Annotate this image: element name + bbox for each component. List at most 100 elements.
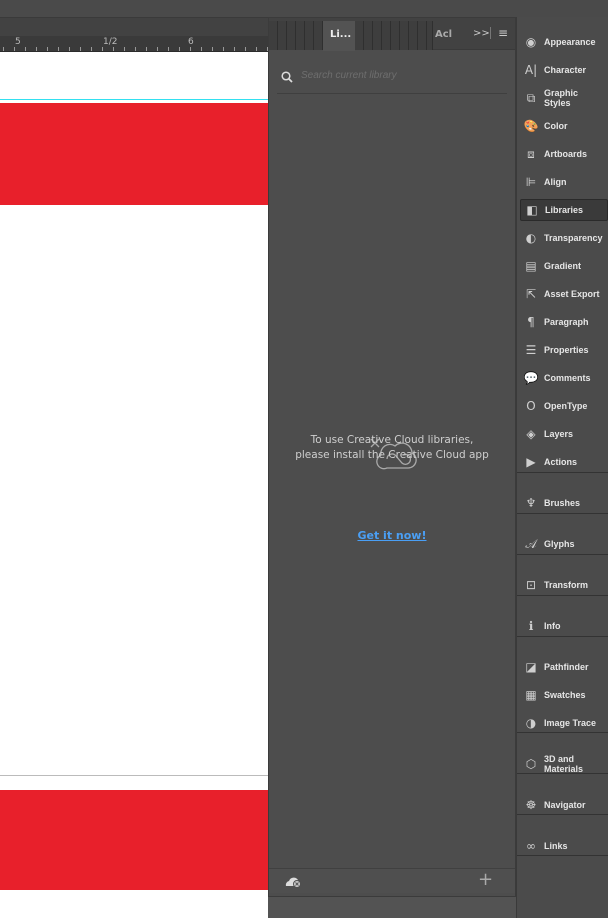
dock-item-navigator[interactable]: ☸ Navigator [520, 794, 608, 816]
dock-item-label: Align [544, 177, 567, 187]
overflow-tabs-button[interactable]: >> [473, 28, 490, 39]
message-line: please install the Creative Cloud app [295, 449, 489, 461]
dock-separator [517, 773, 608, 774]
red-band-bottom [0, 790, 268, 890]
dock-item-label: Links [544, 841, 568, 851]
ruler-tick [190, 47, 191, 51]
dock-separator [517, 513, 608, 514]
dock-item-label: Layers [544, 429, 574, 439]
ruler-tick [223, 47, 224, 51]
top-bar [0, 0, 608, 18]
transparency-icon: ◐ [525, 231, 537, 245]
ruler-tick [124, 47, 125, 51]
dock-item-align[interactable]: ⊫ Align [520, 171, 608, 193]
ruler-tick [157, 47, 158, 51]
ruler-tick [201, 47, 202, 51]
dock-item-color[interactable]: 🎨 Color [520, 115, 608, 137]
3d-cube-icon: ⬡ [525, 757, 537, 771]
asset-export-icon: ⇱ [525, 287, 537, 301]
tab-grip [269, 21, 323, 50]
horizontal-ruler[interactable]: 5 1/2 6 [0, 36, 268, 52]
dock-item-brushes[interactable]: ♆ Brushes [520, 492, 608, 514]
dock-separator [517, 636, 608, 637]
dock-item-links[interactable]: ∞ Links [520, 835, 608, 857]
dock-item-paragraph[interactable]: ¶ Paragraph [520, 311, 608, 333]
red-band-top [0, 103, 268, 205]
tab-libraries[interactable]: Li... [323, 21, 355, 51]
info-icon: ℹ [528, 619, 534, 633]
ruler-tick [113, 47, 114, 51]
dock-item-opentype[interactable]: O OpenType [520, 395, 608, 417]
glyphs-icon: 𝒜 [525, 536, 537, 551]
dock-item-label: Navigator [544, 800, 586, 810]
get-it-now-link[interactable]: Get it now! [269, 529, 515, 542]
dock-item-image-trace[interactable]: ◑ Image Trace [520, 712, 608, 734]
libraries-icon: ◧ [526, 203, 538, 217]
dock-item-character[interactable]: A| Character [520, 59, 608, 81]
links-icon: ∞ [526, 839, 536, 853]
artboard-canvas[interactable] [0, 52, 268, 918]
color-palette-icon: 🎨 [523, 119, 539, 133]
ruler-tick [102, 47, 103, 51]
dock-separator [517, 554, 608, 555]
dock-item-properties[interactable]: ☰ Properties [520, 339, 608, 361]
dock-separator [517, 595, 608, 596]
dock-item-gradient[interactable]: ▤ Gradient [520, 255, 608, 277]
ruler-tick [3, 47, 4, 51]
dock-item-label: Pathfinder [544, 662, 589, 672]
ruler-tick [36, 47, 37, 51]
dock-item-asset-export[interactable]: ⇱ Asset Export [520, 283, 608, 305]
ruler-tick [58, 47, 59, 51]
dock-item-glyphs[interactable]: 𝒜 Glyphs [520, 533, 608, 555]
ruler-tick [80, 47, 81, 51]
cloud-sync-off-icon[interactable] [285, 875, 303, 888]
dock-item-comments[interactable]: 💬 Comments [520, 367, 608, 389]
dock-item-label: Actions [544, 457, 578, 467]
properties-icon: ☰ [525, 343, 537, 357]
dock-item-label: Transparency [544, 233, 603, 243]
dock-item-label: Artboards [544, 149, 588, 159]
dock-item-label: Appearance [544, 37, 596, 47]
document-tab-row [0, 18, 268, 36]
dock-item-label: Character [544, 65, 587, 75]
swatches-icon: ▦ [525, 688, 537, 702]
dock-item-label: Transform [544, 580, 589, 590]
dock-item-3d-and-materials[interactable]: ⬡ 3D and Materials [520, 753, 608, 775]
graphic-styles-icon: ⧉ [526, 90, 536, 105]
image-trace-icon: ◑ [525, 716, 537, 730]
appearance-icon: ◉ [525, 35, 537, 49]
dock-item-label: Info [544, 621, 561, 631]
panel-tab-bar: Li... Acl >> ≡ [269, 18, 515, 51]
dock-item-label: Libraries [545, 205, 584, 215]
dock-item-swatches[interactable]: ▦ Swatches [520, 684, 608, 706]
dock-item-graphic-styles[interactable]: ⧉ Graphic Styles [520, 87, 608, 109]
character-icon: A| [524, 63, 538, 77]
add-content-button[interactable]: + [478, 869, 493, 890]
ruler-label: 1/2 [103, 37, 118, 47]
ruler-label: 5 [15, 37, 21, 47]
panel-menu-icon[interactable]: ≡ [498, 27, 509, 39]
dock-item-actions[interactable]: ▶ Actions [520, 451, 608, 473]
dock-separator [517, 814, 608, 815]
align-icon: ⊫ [525, 175, 537, 189]
ruler-label: 6 [188, 37, 194, 47]
dock-item-info[interactable]: ℹ Info [520, 615, 608, 637]
tab-actions[interactable]: Acl [435, 29, 452, 40]
dock-item-artboards[interactable]: ⧈ Artboards [520, 143, 608, 165]
dock-item-libraries[interactable]: ◧ Libraries [520, 199, 608, 221]
dock-item-label: Properties [544, 345, 589, 355]
transform-icon: ⊡ [525, 578, 537, 592]
ruler-tick [212, 47, 213, 51]
search-input[interactable] [301, 70, 501, 81]
dock-item-layers[interactable]: ◈ Layers [520, 423, 608, 445]
dock-item-transform[interactable]: ⊡ Transform [520, 574, 608, 596]
tab-grip [355, 21, 433, 50]
panel-dock: ◉ Appearance A| Character ⧉ Graphic Styles 🎨 Co… [516, 17, 608, 918]
search-box[interactable] [277, 66, 507, 94]
dock-item-appearance[interactable]: ◉ Appearance [520, 31, 608, 53]
dock-item-transparency[interactable]: ◐ Transparency [520, 227, 608, 249]
ruler-tick [168, 47, 169, 51]
dock-item-pathfinder[interactable]: ◪ Pathfinder [520, 656, 608, 678]
dock-item-label: Paragraph [544, 317, 589, 327]
opentype-icon: O [526, 399, 536, 413]
